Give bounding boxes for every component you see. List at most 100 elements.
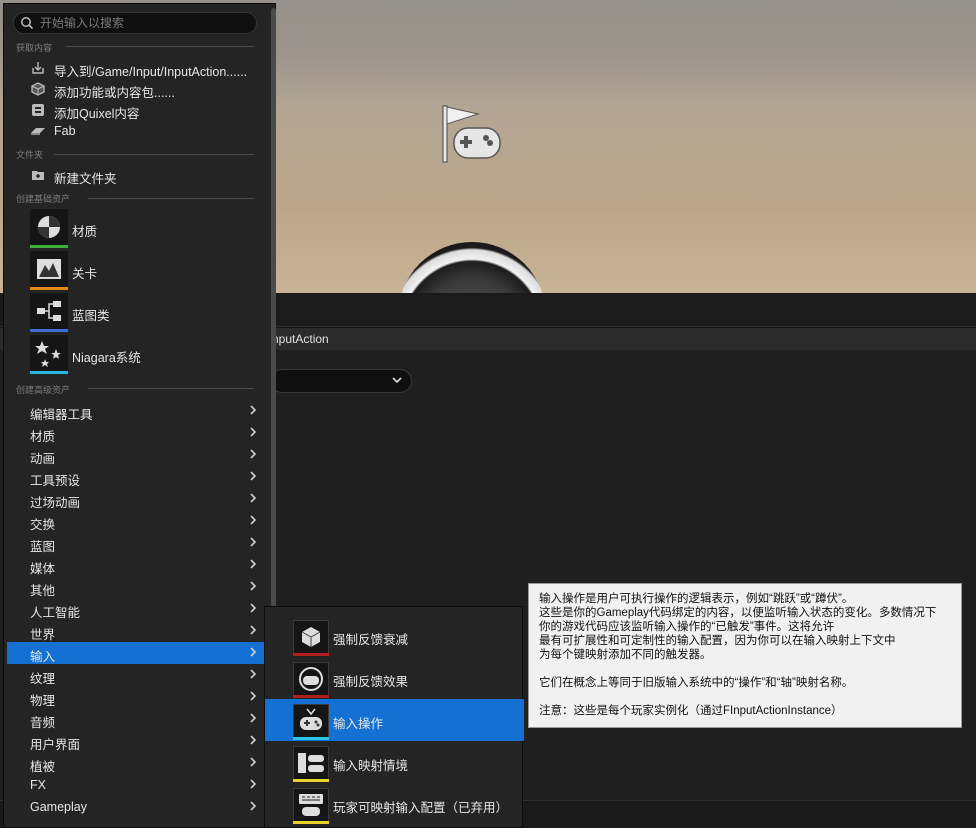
chevron-right-icon [250,713,257,723]
chevron-right-icon [250,625,257,635]
menu-item-new-folder[interactable]: 新建文件夹 [28,165,260,186]
asset-thumbnail [30,293,68,331]
menu-item-import[interactable]: 导入到/Game/Input/InputAction...... [28,58,260,79]
basic-asset-material[interactable]: 材质 [30,209,260,249]
menu-item-fab[interactable]: Fab [28,121,260,141]
filter-combo[interactable] [270,369,412,393]
input-action-icon [300,708,322,730]
section-divider [88,198,254,199]
unreal-editor-window: { "search": { "placeholder": "开始输入以搜索" }… [0,0,976,828]
category-item[interactable]: Gameplay [7,796,267,818]
category-label: 纹理 [30,672,56,686]
asset-thumbnail [30,335,68,373]
submenu-item-input-action[interactable]: 输入操作 [265,699,524,741]
chevron-right-icon [250,801,257,811]
category-item[interactable]: 编辑器工具 [7,400,267,422]
menu-item-label: 新建文件夹 [54,172,117,186]
submenu-item-input-mapping-context[interactable]: 输入映射情境 [265,741,524,783]
category-label: FX [30,778,46,792]
chevron-right-icon [250,647,257,657]
chevron-right-icon [250,427,257,437]
asset-color-bar [293,737,329,740]
category-label: 输入 [30,650,56,664]
asset-color-bar [30,287,68,290]
section-divider [66,46,254,47]
category-item[interactable]: 输入 [7,642,267,664]
menu-item-add-feature-pack[interactable]: 添加功能或内容包...... [28,79,260,100]
category-item[interactable]: FX [7,774,267,796]
input-action-tooltip: 输入操作是用户可执行操作的逻辑表示，例如“跳跃”或“蹲伏”。 这些是你的Game… [528,583,962,728]
category-item[interactable]: 音频 [7,708,267,730]
feature-pack-icon [31,82,45,96]
category-item[interactable]: 蓝图 [7,532,267,554]
category-label: Gameplay [30,800,87,814]
player-mappable-input-config-icon [299,794,323,816]
category-item[interactable]: 用户界面 [7,730,267,752]
submenu-item-label: 玩家可映射输入配置（已弃用） [333,801,509,815]
chevron-right-icon [250,537,257,547]
category-item[interactable]: 材质 [7,422,267,444]
section-divider [54,154,254,155]
tooltip-line: 这些是你的Gameplay代码绑定的内容，以便监听输入状态的变化。多数情况下 [539,607,937,619]
chevron-right-icon [250,779,257,789]
category-item[interactable]: 人工智能 [7,598,267,620]
new-folder-icon [32,171,44,180]
asset-thumbnail [293,662,329,696]
asset-color-bar [30,245,68,248]
chevron-right-icon [250,669,257,679]
search-input[interactable] [40,15,250,31]
category-item[interactable]: 交换 [7,510,267,532]
category-label: 过场动画 [30,496,81,510]
basic-asset-level[interactable]: 关卡 [30,251,260,291]
menu-item-label: 添加功能或内容包...... [54,86,175,100]
niagara-system-icon [35,341,61,367]
submenu-item-player-mappable-input-config[interactable]: 玩家可映射输入配置（已弃用） [265,783,524,825]
blueprint-class-icon [37,301,61,321]
fab-icon [31,128,45,135]
category-label: 世界 [30,628,56,642]
submenu-item-force-feedback-attenuation[interactable]: 强制反馈衰减 [265,615,524,657]
level-icon [37,259,61,279]
submenu-item-label: 强制反馈衰减 [333,633,409,647]
chevron-right-icon [250,449,257,459]
input-submenu: 强制反馈衰减 强制反馈效果 输入操作 输入映射情境 玩家可映射输入配置（已弃用） [264,606,524,828]
import-icon [32,62,44,74]
tooltip-line: 最有可扩展性和可定制性的输入配置，因为你可以在输入映射上下文中 [539,635,896,647]
submenu-item-force-feedback-effect[interactable]: 强制反馈效果 [265,657,524,699]
add-asset-menu: 获取内容 导入到/Game/Input/InputAction...... 添加… [3,3,276,828]
basic-asset-label: Niagara系统 [72,351,141,365]
category-item[interactable]: 其他 [7,576,267,598]
category-item[interactable]: 过场动画 [7,488,267,510]
menu-item-label: Fab [54,124,76,138]
asset-color-bar [293,821,329,824]
menu-search[interactable] [13,12,257,34]
asset-thumbnail [293,620,329,654]
asset-color-bar [30,329,68,332]
basic-asset-blueprint-class[interactable]: 蓝图类 [30,293,260,333]
category-item[interactable]: 世界 [7,620,267,642]
input-mapping-context-icon [298,753,324,773]
category-item[interactable]: 纹理 [7,664,267,686]
player-start-icon[interactable] [440,102,504,166]
search-icon [21,17,34,30]
basic-asset-label: 材质 [72,225,98,239]
basic-asset-niagara-system[interactable]: Niagara系统 [30,335,260,375]
category-item[interactable]: 工具预设 [7,466,267,488]
category-item[interactable]: 动画 [7,444,267,466]
submenu-item-label: 输入映射情境 [333,759,409,773]
quixel-icon [32,104,44,116]
asset-path-text: nputAction [272,332,329,346]
chevron-right-icon [250,515,257,525]
category-item[interactable]: 媒体 [7,554,267,576]
chevron-right-icon [250,493,257,503]
chevron-right-icon [250,581,257,591]
section-divider [88,388,254,389]
category-item[interactable]: 植被 [7,752,267,774]
category-label: 用户界面 [30,738,81,752]
category-item[interactable]: 物理 [7,686,267,708]
category-label: 物理 [30,694,56,708]
tooltip-note: 注意：这些是每个玩家实例化（通过FInputActionInstance） [539,705,843,717]
menu-item-add-quixel[interactable]: 添加Quixel内容 [28,100,260,121]
category-label: 媒体 [30,562,56,576]
section-advanced-assets: 创建高级资产 [16,385,71,395]
